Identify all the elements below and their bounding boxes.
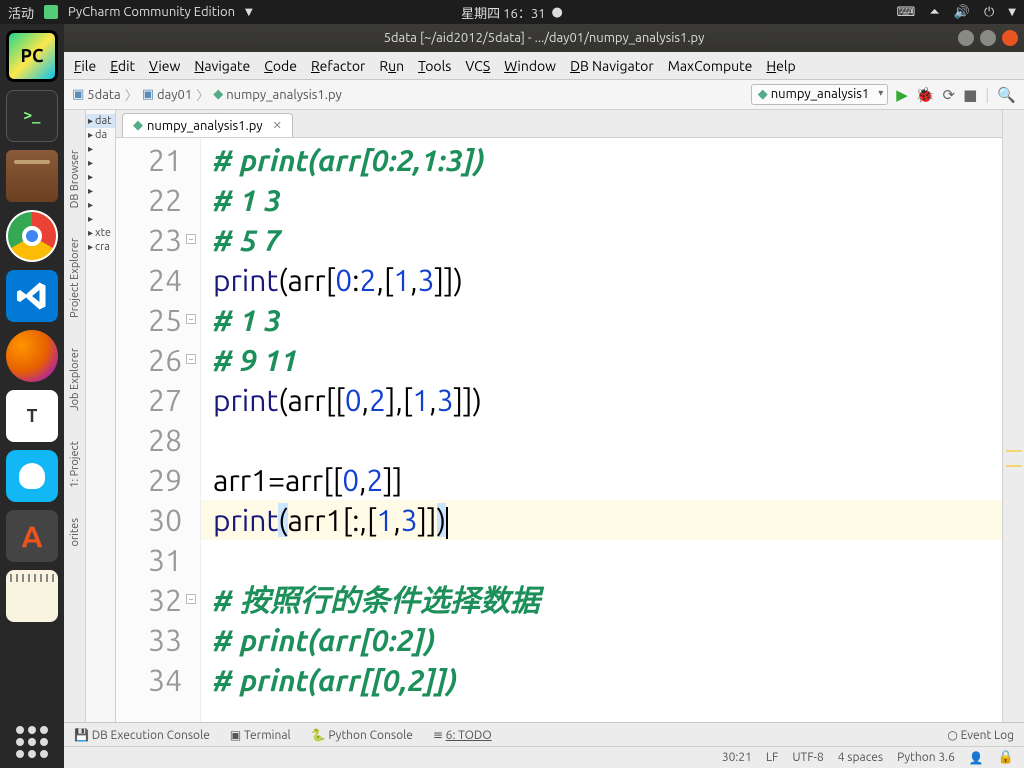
- system-menu-chevron-icon[interactable]: ▼: [1008, 6, 1016, 18]
- window-close-icon[interactable]: [1002, 30, 1018, 46]
- menu-file[interactable]: File: [74, 58, 96, 74]
- indent-setting[interactable]: 4 spaces: [838, 751, 883, 764]
- os-topbar: 活动 PyCharm Community Edition ▼ 星期四 16：31…: [0, 0, 1024, 24]
- gutter: 212223−2425−26−272829303132−3334: [116, 138, 201, 722]
- python-file-icon: ◆: [133, 118, 143, 133]
- debug-button-icon[interactable]: 🐞: [916, 86, 935, 104]
- menu-navigate[interactable]: Navigate: [194, 58, 250, 74]
- dock-show-apps[interactable]: [0, 726, 64, 758]
- activity-label[interactable]: 活动: [8, 3, 34, 22]
- tool-project-explorer[interactable]: Project Explorer: [69, 238, 81, 318]
- menu-dbnav[interactable]: DB Navigator: [570, 58, 654, 74]
- tool-db-console[interactable]: 💾 DB Execution Console: [74, 728, 210, 742]
- dock-files[interactable]: [6, 150, 58, 202]
- python-file-icon: ◆: [213, 87, 223, 102]
- code[interactable]: # print(arr[0:2,1:3])# 1 3# 5 7print(arr…: [201, 138, 1002, 722]
- tool-python-console[interactable]: 🐍 Python Console: [311, 728, 413, 742]
- folder-icon: ▣: [72, 87, 84, 102]
- tool-favorites[interactable]: orites: [69, 518, 81, 546]
- input-method-icon[interactable]: ⌨: [897, 5, 916, 20]
- code-area[interactable]: 212223−2425−26−272829303132−3334 # print…: [116, 138, 1002, 722]
- pycharm-indicator-icon: [44, 5, 58, 19]
- inspections-icon[interactable]: 👤: [969, 751, 984, 765]
- dock-qq[interactable]: [6, 450, 58, 502]
- window-titlebar[interactable]: 5data [~/aid2012/5data] - .../day01/nump…: [64, 24, 1024, 52]
- crumb-folder[interactable]: ▣ day01: [142, 87, 193, 102]
- line-separator[interactable]: LF: [766, 751, 778, 764]
- close-tab-icon[interactable]: ✕: [273, 119, 282, 132]
- tool-job-explorer[interactable]: Job Explorer: [69, 348, 81, 411]
- folder-icon: ▣: [142, 87, 154, 102]
- dock-chrome[interactable]: [6, 210, 58, 262]
- menu-code[interactable]: Code: [264, 58, 297, 74]
- notification-dot-icon: ●: [551, 5, 562, 20]
- window-title: 5data [~/aid2012/5data] - .../day01/nump…: [384, 31, 705, 45]
- cursor-position[interactable]: 30:21: [722, 751, 752, 764]
- dock-pycharm[interactable]: PC: [6, 30, 58, 82]
- menu-window[interactable]: Window: [504, 58, 556, 74]
- bottom-toolbar: 💾 DB Execution Console ▣ Terminal 🐍 Pyth…: [64, 722, 1024, 746]
- pycharm-window: 5data [~/aid2012/5data] - .../day01/nump…: [64, 24, 1024, 768]
- menu-edit[interactable]: Edit: [110, 58, 135, 74]
- crumb-file[interactable]: ◆ numpy_analysis1.py: [213, 87, 342, 102]
- tool-todo[interactable]: ≡ 6: TODO: [433, 728, 492, 742]
- editor: ◆ numpy_analysis1.py ✕ 212223−2425−26−27…: [116, 110, 1002, 722]
- nav-toolbar: ▣ 5data 〉 ▣ day01 〉 ◆ numpy_analysis1.py…: [64, 80, 1024, 110]
- tool-db-browser[interactable]: DB Browser: [69, 150, 81, 208]
- menu-tools[interactable]: Tools: [418, 58, 451, 74]
- dock-software[interactable]: A: [6, 510, 58, 562]
- statusbar: 30:21 LF UTF-8 4 spaces Python 3.6 👤 🔒: [64, 746, 1024, 768]
- menubar: File Edit View Navigate Code Refactor Ru…: [64, 52, 1024, 80]
- python-interpreter[interactable]: Python 3.6: [897, 751, 955, 764]
- dock-vscode[interactable]: [6, 270, 58, 322]
- menu-help[interactable]: Help: [766, 58, 795, 74]
- left-tool-strip: DB Browser Project Explorer Job Explorer…: [64, 110, 86, 722]
- menu-maxcompute[interactable]: MaxCompute: [668, 58, 753, 74]
- power-icon[interactable]: ⏻: [984, 5, 994, 20]
- file-encoding[interactable]: UTF-8: [792, 751, 823, 764]
- crumb-project[interactable]: ▣ 5data: [72, 87, 121, 102]
- menu-view[interactable]: View: [149, 58, 180, 74]
- menu-vcs[interactable]: VCS: [465, 58, 490, 74]
- network-icon[interactable]: ⏶: [929, 5, 939, 20]
- readonly-lock-icon[interactable]: 🔒: [998, 750, 1014, 765]
- window-maximize-icon[interactable]: [980, 30, 996, 46]
- right-tool-strip: [1002, 110, 1024, 722]
- breadcrumb: ▣ 5data 〉 ▣ day01 〉 ◆ numpy_analysis1.py: [72, 85, 342, 104]
- editor-tab[interactable]: ◆ numpy_analysis1.py ✕: [122, 113, 293, 137]
- tool-project[interactable]: 1: Project: [69, 441, 81, 488]
- run-config-select[interactable]: ◆ numpy_analysis1: [751, 84, 889, 105]
- dock-terminal[interactable]: >_: [6, 90, 58, 142]
- clock[interactable]: 星期四 16：31: [461, 3, 545, 22]
- dock-texteditor[interactable]: T: [6, 390, 58, 442]
- tool-terminal[interactable]: ▣ Terminal: [230, 728, 291, 742]
- dock-firefox[interactable]: [6, 330, 58, 382]
- topbar-app[interactable]: PyCharm Community Edition: [68, 5, 235, 19]
- run-button-icon[interactable]: ▶: [896, 86, 908, 104]
- run-coverage-icon[interactable]: ⟳: [943, 86, 956, 104]
- stop-button-icon[interactable]: ■: [963, 86, 977, 104]
- menu-run[interactable]: Run: [379, 58, 404, 74]
- dock-notes[interactable]: [6, 570, 58, 622]
- main-area: DB Browser Project Explorer Job Explorer…: [64, 110, 1024, 722]
- project-tree[interactable]: ▸dat▸da▸▸▸▸▸▸▸xte▸cra: [86, 110, 116, 722]
- ubuntu-dock: PC >_ T A: [0, 24, 64, 768]
- python-file-icon: ◆: [758, 87, 768, 101]
- tool-event-log[interactable]: ○ Event Log: [947, 728, 1014, 742]
- menu-refactor[interactable]: Refactor: [311, 58, 365, 74]
- search-icon[interactable]: 🔍: [997, 86, 1016, 104]
- volume-icon[interactable]: 🔊: [954, 5, 970, 20]
- editor-tabbar: ◆ numpy_analysis1.py ✕: [116, 110, 1002, 138]
- app-menu-chevron-icon[interactable]: ▼: [245, 6, 253, 18]
- window-minimize-icon[interactable]: [958, 30, 974, 46]
